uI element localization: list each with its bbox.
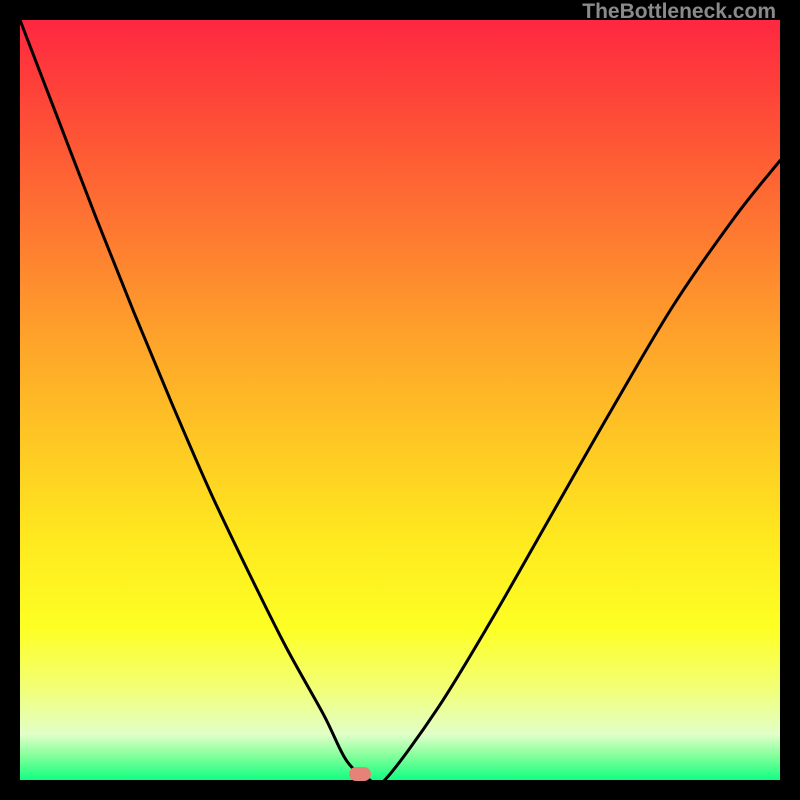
watermark-text: TheBottleneck.com <box>582 0 776 24</box>
bottleneck-curve <box>20 20 780 780</box>
optimal-point-marker <box>349 767 371 781</box>
